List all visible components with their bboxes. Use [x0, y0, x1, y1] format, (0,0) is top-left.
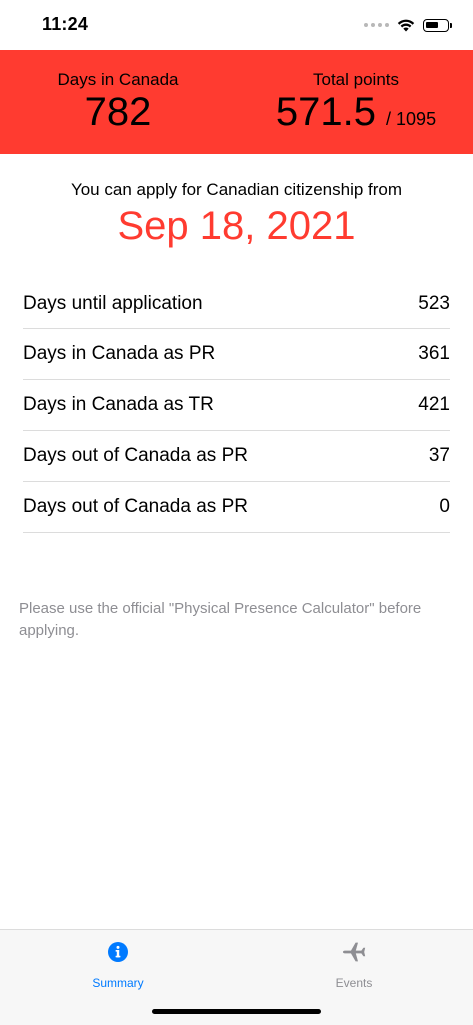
row-value: 0 — [439, 496, 450, 517]
battery-icon — [423, 18, 452, 32]
row-label: Days until application — [23, 292, 203, 314]
tab-events[interactable]: Events — [294, 940, 414, 990]
status-bar: 11:24 — [0, 0, 473, 50]
list-item: Days out of Canada as PR 0 — [23, 482, 450, 533]
total-points-stat: Total points 571.5 / 1095 — [258, 50, 454, 132]
row-label: Days in Canada as PR — [23, 343, 216, 364]
list-item: Days out of Canada as PR 37 — [23, 431, 450, 482]
row-value: 523 — [418, 292, 450, 314]
total-points-label: Total points — [313, 70, 399, 89]
row-label: Days out of Canada as PR — [23, 445, 248, 466]
apply-text: You can apply for Canadian citizenship f… — [70, 180, 403, 199]
list-item: Days in Canada as TR 421 — [23, 380, 450, 431]
row-value: 37 — [428, 445, 450, 466]
home-indicator — [152, 1009, 321, 1014]
total-points-value: 571.5 — [275, 90, 377, 134]
tab-summary-label: Summary — [92, 976, 144, 990]
apply-date: Sep 18, 2021 — [117, 204, 356, 248]
summary-banner: Days in Canada 782 Total points 571.5 / … — [0, 50, 473, 154]
wifi-icon — [397, 19, 415, 32]
row-label: Days out of Canada as PR — [23, 496, 248, 517]
status-time: 11:24 — [42, 14, 89, 34]
tab-summary[interactable]: Summary — [58, 940, 178, 990]
apply-section: You can apply for Canadian citizenship f… — [0, 180, 473, 249]
days-in-canada-stat: Days in Canada 782 — [30, 50, 206, 132]
row-value: 421 — [418, 394, 450, 415]
row-label: Days in Canada as TR — [23, 394, 214, 415]
disclaimer-note: Please use the official "Physical Presen… — [19, 600, 422, 639]
row-value: 361 — [418, 343, 450, 364]
list-item: Days until application 523 — [23, 279, 450, 329]
status-icons — [364, 16, 452, 34]
signal-dots-icon — [364, 23, 389, 27]
days-in-canada-value: 782 — [84, 90, 152, 134]
list-item: Days in Canada as PR 361 — [23, 329, 450, 380]
info-circle-icon — [108, 942, 128, 962]
tab-events-label: Events — [335, 976, 373, 990]
airplane-icon — [343, 942, 366, 962]
stats-list: Days until application 523 Days in Canad… — [23, 279, 450, 533]
total-points-required: / 1095 — [386, 109, 437, 129]
days-in-canada-label: Days in Canada — [57, 70, 179, 89]
